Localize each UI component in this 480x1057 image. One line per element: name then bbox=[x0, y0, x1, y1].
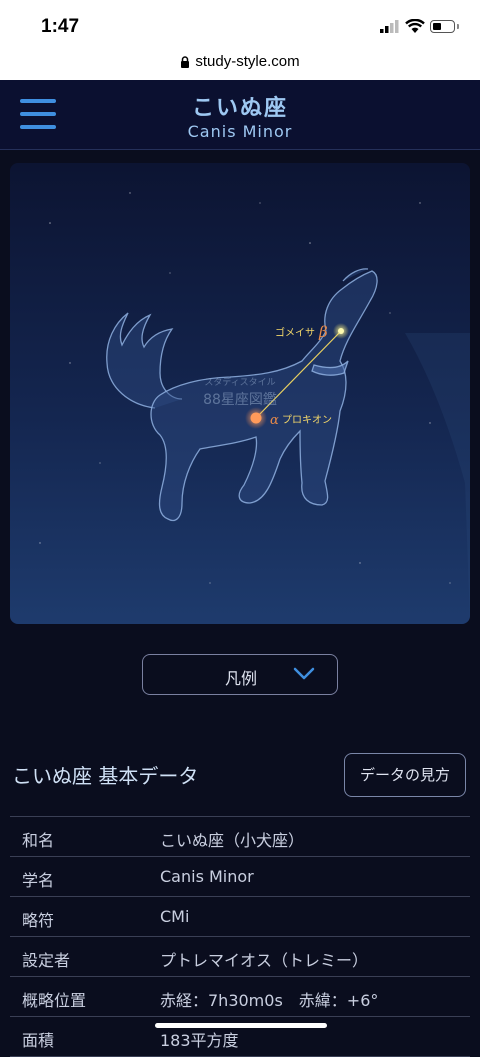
cellular-signal-icon bbox=[380, 20, 399, 33]
row-value: 赤経：7h30m0s 赤緯：+6° bbox=[160, 991, 379, 1010]
beta-star bbox=[338, 328, 344, 334]
row-value: CMi bbox=[160, 907, 190, 926]
table-row: 略符 CMi bbox=[10, 897, 470, 937]
page-subtitle: Canis Minor bbox=[187, 122, 293, 141]
battery-icon bbox=[430, 20, 455, 33]
row-key: 和名 bbox=[22, 831, 55, 850]
basic-data-table: 和名 こいぬ座（小犬座） 学名 Canis Minor 略符 CMi 設定者 プ… bbox=[10, 816, 470, 1057]
page-header: こいぬ座 Canis Minor bbox=[0, 80, 480, 150]
clock: 1:47 bbox=[41, 16, 80, 37]
table-row: 概略位置 赤経：7h30m0s 赤緯：+6° bbox=[10, 977, 470, 1017]
basic-data-heading: こいぬ座 基本データ bbox=[12, 764, 199, 788]
row-key: 学名 bbox=[22, 871, 55, 890]
beta-greek-label: β bbox=[318, 323, 328, 341]
row-value: Canis Minor bbox=[160, 867, 254, 886]
home-indicator[interactable] bbox=[155, 1023, 327, 1028]
row-key: 設定者 bbox=[22, 951, 71, 970]
constellation-chart: ゴメイサ β α プロキオン スタディスタイル 88星座図鑑 bbox=[10, 163, 470, 624]
constellation-drawing: ゴメイサ β α プロキオン スタディスタイル 88星座図鑑 bbox=[39, 192, 470, 624]
table-row: 設定者 プトレマイオス（トレミー） bbox=[10, 937, 470, 977]
wifi-icon bbox=[405, 19, 425, 33]
row-value: 183平方度 bbox=[160, 1031, 239, 1050]
chevron-down-icon bbox=[293, 667, 315, 680]
alpha-star-name: プロキオン bbox=[282, 414, 332, 426]
table-row: 和名 こいぬ座（小犬座） bbox=[10, 817, 470, 857]
table-row: 学名 Canis Minor bbox=[10, 857, 470, 897]
status-bar: 1:47 bbox=[0, 0, 480, 50]
alpha-star bbox=[250, 412, 262, 424]
watermark-line2: 88星座図鑑 bbox=[203, 391, 277, 408]
battery-tip bbox=[457, 24, 459, 29]
legend-dropdown[interactable]: 凡例 bbox=[142, 654, 338, 695]
row-value: プトレマイオス（トレミー） bbox=[160, 951, 369, 970]
row-value: こいぬ座（小犬座） bbox=[160, 831, 305, 850]
page-title: こいぬ座 bbox=[191, 96, 288, 121]
lock-icon bbox=[181, 55, 190, 68]
address-bar[interactable]: study-style.com bbox=[0, 50, 480, 80]
row-key: 面積 bbox=[22, 1031, 55, 1050]
row-key: 略符 bbox=[22, 911, 55, 930]
url-text: study-style.com bbox=[195, 53, 300, 70]
data-howto-button[interactable]: データの見方 bbox=[344, 753, 466, 797]
watermark-line1: スタディスタイル bbox=[204, 376, 275, 388]
row-key: 概略位置 bbox=[22, 991, 87, 1010]
alpha-greek-label: α bbox=[270, 413, 279, 428]
beta-star-name: ゴメイサ bbox=[275, 326, 315, 339]
